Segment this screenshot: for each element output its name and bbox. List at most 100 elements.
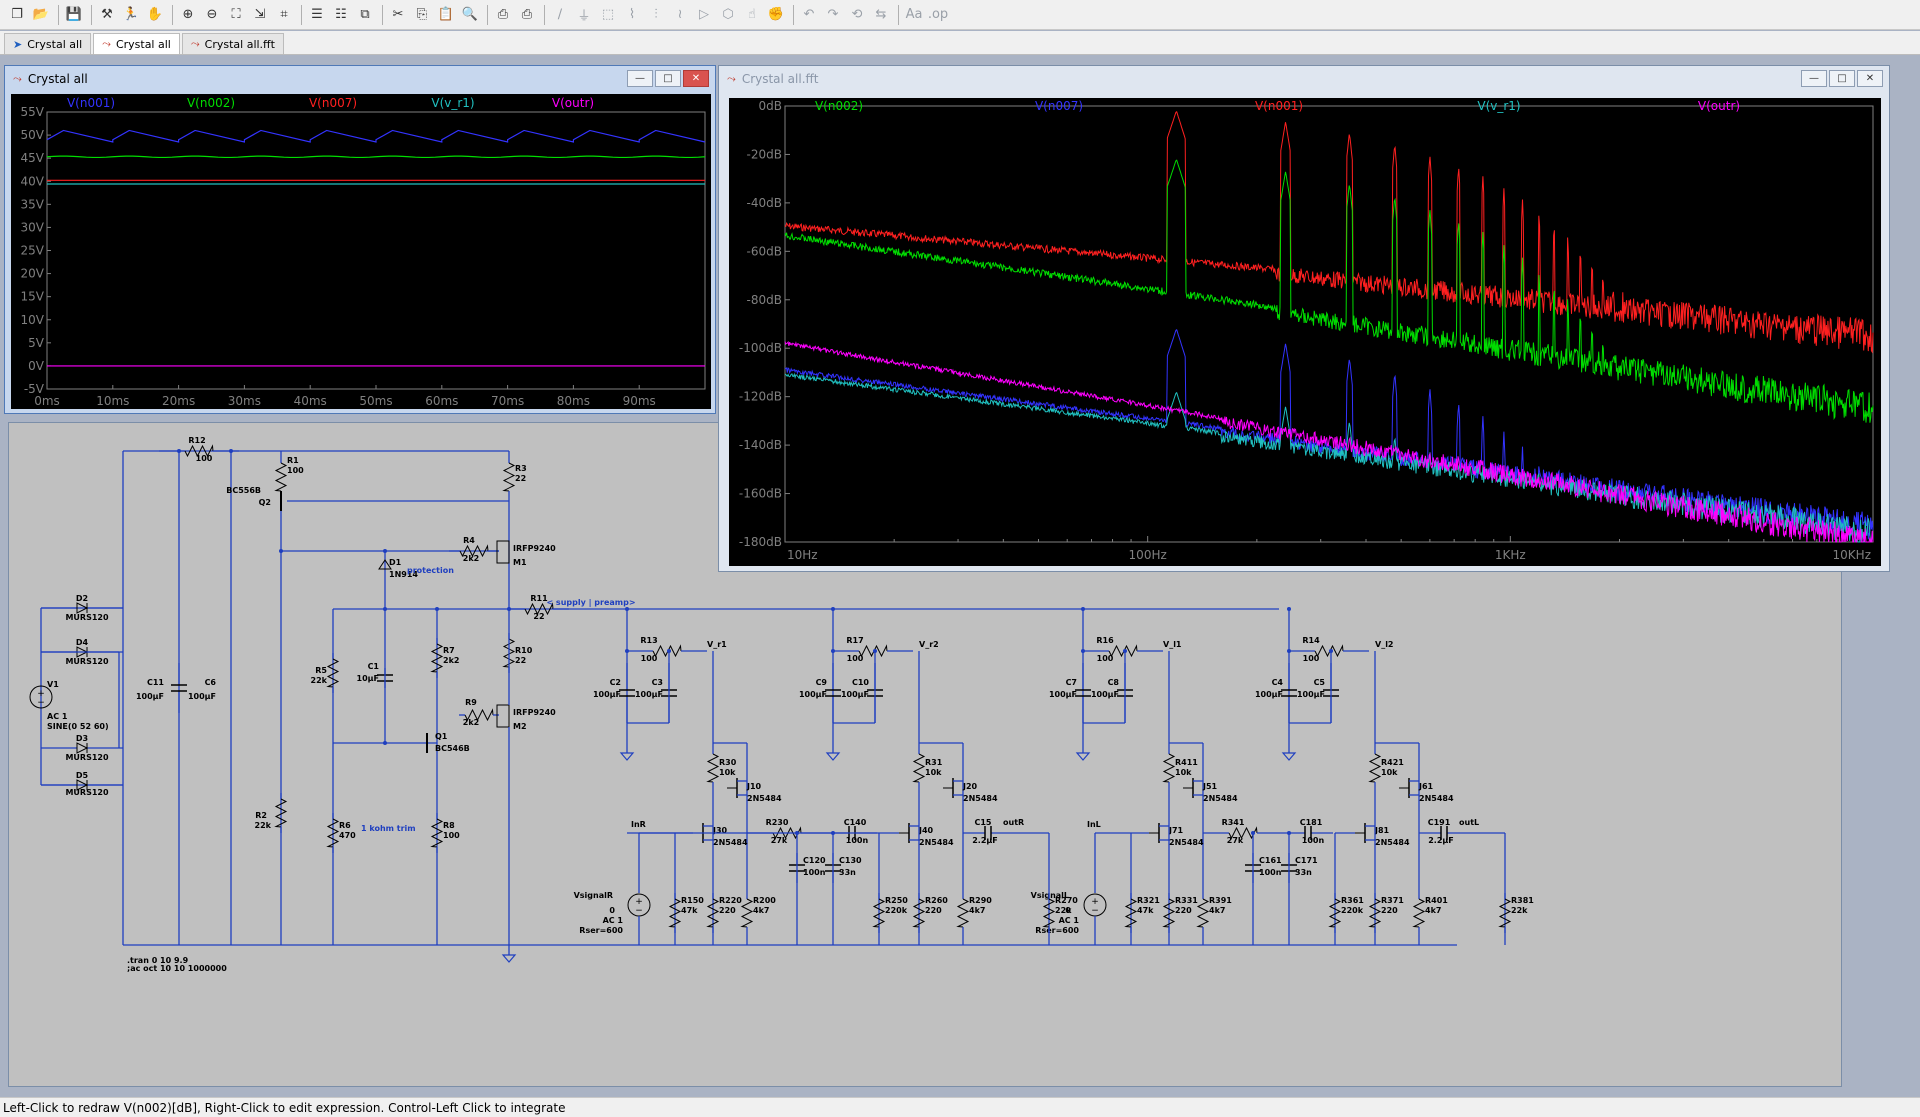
resistor[interactable] [502,462,516,492]
fft-plot[interactable]: 0dB -20dB -40dB -60dB -80dB -100dB -120dB -140d… [729,98,1881,566]
spice-directive-button[interactable]: .op [927,4,949,26]
legend-vn007[interactable]: V(n007) [1035,99,1083,113]
toolbar-separator [487,4,488,25]
mirror-button[interactable]: ⇆ [870,4,892,26]
legend-vn007[interactable]: V(n007) [309,96,357,110]
junction [831,649,835,653]
close-button[interactable]: ✕ [683,70,709,87]
resistor[interactable] [274,462,288,492]
waveform-window[interactable]: ⤳ Crystal all — □ ✕ 55V 50V 45V 40V 35V 30V 25… [4,65,716,414]
find-button[interactable]: 🔍 [459,4,481,26]
zoom-out-button[interactable]: ⊖ [201,4,223,26]
drag-button[interactable]: ✊ [765,4,787,26]
diode-icon: ▷ [699,7,709,22]
legend-vv_r1[interactable]: V(v_r1) [431,96,474,110]
tile-h-button[interactable]: ☰ [306,4,328,26]
fft-window[interactable]: ⤳ Crystal all.fft — □ ✕ 0dB -20dB -40dB -60… [718,65,1890,572]
label-r150v: 47k [681,906,698,915]
label-r4v: 2k2 [463,554,479,563]
resistor[interactable] [706,753,720,783]
label-r31v: 10k [925,768,942,777]
label-r3: R3 [515,464,527,473]
resistor[interactable] [956,898,970,928]
wire-button[interactable]: ∕ [549,4,571,26]
print-button[interactable]: ⎙ [492,4,514,26]
halt-button[interactable]: ✋ [144,4,166,26]
open-button[interactable]: 📂 [30,4,52,26]
print-setup-button[interactable]: ⎙ [516,4,538,26]
capacitor-button[interactable]: ⫶ [645,4,667,26]
legend-voutr[interactable]: V(outr) [1698,99,1740,113]
rotate-button[interactable]: ⟲ [846,4,868,26]
maximize-button[interactable]: □ [655,70,681,87]
time-plot[interactable]: 55V 50V 45V 40V 35V 30V 25V 20V 15V 10V 5V 0V -5V 0ms… [11,94,711,409]
mosfet-m2[interactable] [496,704,510,728]
legend-vn002[interactable]: V(n002) [815,99,863,113]
move-button[interactable]: ☝ [741,4,763,26]
resistor-button[interactable]: ⌇ [621,4,643,26]
legend-voutr[interactable]: V(outr) [552,96,594,110]
resistor[interactable] [1368,753,1382,783]
inductor-button[interactable]: ≀ [669,4,691,26]
maximize-button[interactable]: □ [1829,70,1855,87]
resistor[interactable] [1162,753,1176,783]
cascade-button[interactable]: ⧉ [354,4,376,26]
zoom-fit-button[interactable]: ⛶ [225,4,247,26]
legend-vvr1[interactable]: V(v_r1) [1477,99,1520,113]
toolbar: ❐ 📂 💾 ⚒ 🏃 ✋ ⊕ ⊖ ⛶ ⇲ ⌗ ☰ ☷ ⧉ ✂ ⎘ 📋 🔍 ⎙ ⎙ ∕ ⏚ ⬚ ⌇ ⫶ ≀ ▷ ⬡ ☝ ✊ ↶ ↷ ⟲ ⇆ Aa .op [0,0,1920,30]
label-j10v: 2N5484 [747,794,782,803]
label-c1: C1 [368,662,380,671]
label-r391v: 4k7 [1209,906,1225,915]
label-r381v: 22k [1511,906,1528,915]
undo-button[interactable]: ↶ [798,4,820,26]
label-j61: J61 [1418,782,1434,791]
label-c10v: 100µF [841,690,869,699]
resistor[interactable] [912,753,926,783]
legend-vn002[interactable]: V(n002) [187,96,235,110]
autorange-button[interactable]: ⇲ [249,4,271,26]
fft-titlebar[interactable]: ⤳ Crystal all.fft [719,66,1889,92]
tab-schematic[interactable]: ➤ Crystal all [4,33,92,54]
label-button[interactable]: ⬚ [597,4,619,26]
zoom-in-button[interactable]: ⊕ [177,4,199,26]
tab-fft[interactable]: ⤳ Crystal all.fft [181,33,284,54]
label-m2: IRFP9240 [513,708,556,717]
paste-button[interactable]: 📋 [435,4,457,26]
diode[interactable] [76,742,89,754]
label-;ac: ;ac oct 10 10 1000000 [127,964,227,973]
copy-button[interactable]: ⎘ [411,4,433,26]
component-button[interactable]: ⬡ [717,4,739,26]
save-button[interactable]: 💾 [63,4,85,26]
ground-button[interactable]: ⏚ [573,4,595,26]
redo-button[interactable]: ↷ [822,4,844,26]
legend-vn001[interactable]: V(n001) [67,96,115,110]
waveform-titlebar[interactable]: ⤳ Crystal all [5,66,715,92]
text-button[interactable]: Aa [903,4,925,26]
mosfet-m1[interactable] [496,540,510,564]
resistor[interactable] [1412,898,1426,928]
resistor[interactable] [740,898,754,928]
label-icon: ⬚ [601,7,615,22]
resistor[interactable] [1196,898,1210,928]
cut-button[interactable]: ✂ [387,4,409,26]
tile-v-button[interactable]: ☷ [330,4,352,26]
label-r9v: 2k2 [463,718,479,727]
toolbar-separator [382,4,383,25]
label-r391: R391 [1209,896,1232,905]
diode-button[interactable]: ▷ [693,4,715,26]
new-schematic-button[interactable]: ❐ [6,4,28,26]
control-panel-button[interactable]: ⚒ [96,4,118,26]
tab-waveform[interactable]: ⤳ Crystal all [93,33,180,54]
mirror-icon: ⇆ [875,7,887,22]
fft-chart[interactable]: 0dB -20dB -40dB -60dB -80dB -100dB -120dB -140d… [729,98,1881,566]
minimize-button[interactable]: — [1801,70,1827,87]
label-c181v: 100n [1302,836,1325,845]
label-r30: R30 [719,758,737,767]
close-button[interactable]: ✕ [1857,70,1883,87]
grid-button[interactable]: ⌗ [273,4,295,26]
minimize-button[interactable]: — [627,70,653,87]
legend-vn001[interactable]: V(n001) [1255,99,1303,113]
time-chart[interactable]: 55V50V45V40V35V30V25V20V15V10V5V0V-5V0ms… [11,94,711,409]
run-button[interactable]: 🏃 [120,4,142,26]
label-c6: C6 [205,678,217,687]
